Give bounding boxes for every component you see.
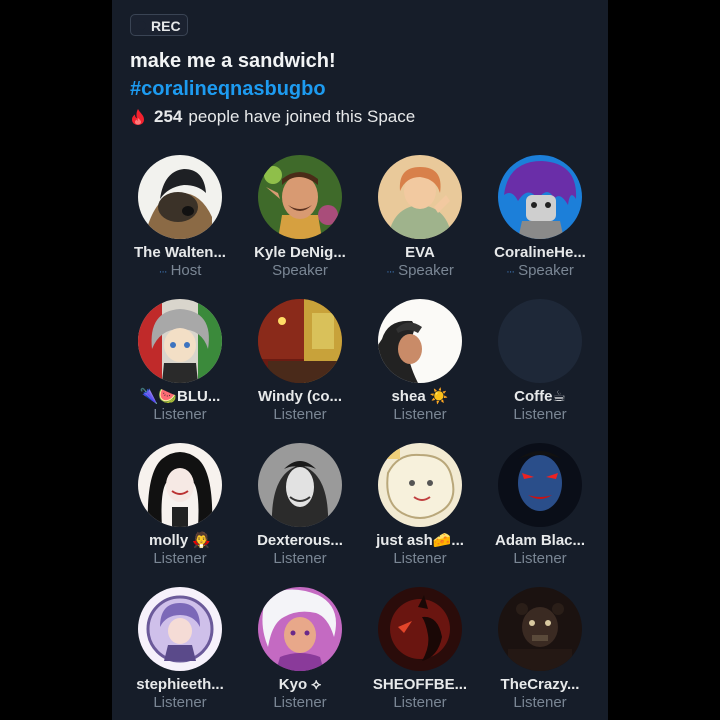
participant-card[interactable]: Kyle DeNig... Speaker xyxy=(240,155,360,299)
participant-card[interactable]: TheCrazy... Listener xyxy=(480,587,600,720)
role-label: Listener xyxy=(513,694,567,711)
participant-role: ··· Speaker xyxy=(480,262,600,280)
blue-face-avatar[interactable] xyxy=(498,443,582,527)
blank-avatar[interactable] xyxy=(498,299,582,383)
participant-role: Listener xyxy=(360,694,480,712)
participant-name: SHEOFFBE... xyxy=(372,676,468,693)
participant-card[interactable]: Dexterous... Listener xyxy=(240,443,360,587)
participant-card[interactable]: SHEOFFBE... Listener xyxy=(360,587,480,720)
purple-girl-avatar[interactable] xyxy=(138,587,222,671)
orange-girl-avatar[interactable] xyxy=(378,155,462,239)
participant-role: Listener xyxy=(120,550,240,568)
participant-role: Listener xyxy=(240,550,360,568)
participant-card[interactable]: Adam Blac... Listener xyxy=(480,443,600,587)
participant-role: Listener xyxy=(480,694,600,712)
participant-card[interactable]: shea ☀️ Listener xyxy=(360,299,480,443)
rec-badge: REC xyxy=(130,14,188,36)
cream-drawing-avatar[interactable] xyxy=(378,443,462,527)
participant-row: stephieeth... Listener Kyo ⟡ Listener SHEOFF… xyxy=(120,587,600,720)
red-silhouette-avatar[interactable] xyxy=(378,587,462,671)
space-hashtag[interactable]: #coralineqnasbugbo xyxy=(130,78,326,101)
role-label: Listener xyxy=(393,550,447,567)
participant-name: 🌂🍉BLU... xyxy=(139,388,221,405)
role-label: Speaker xyxy=(518,262,574,279)
participant-row: The Walten... ··· Host Kyle DeNig... Speaker… xyxy=(120,155,600,299)
role-label: Speaker xyxy=(272,262,328,279)
joined-count: 254 people have joined this Space xyxy=(130,107,415,127)
participant-role: ··· Speaker xyxy=(360,262,480,280)
participant-name: just ash🧀... xyxy=(376,532,464,549)
audio-level-icon: ··· xyxy=(158,266,168,278)
participant-name: Windy (co... xyxy=(257,388,343,405)
participant-name: stephieeth... xyxy=(136,676,224,693)
audio-level-icon: ··· xyxy=(506,266,515,278)
participant-card[interactable]: EVA ··· Speaker xyxy=(360,155,480,299)
participant-name: CoralineHe... xyxy=(494,244,586,261)
participant-name: shea ☀️ xyxy=(391,388,449,405)
black-hair-avatar[interactable] xyxy=(138,443,222,527)
fire-icon xyxy=(132,109,144,125)
rec-label: REC xyxy=(151,18,181,34)
role-label: Host xyxy=(170,262,202,279)
participant-card[interactable]: Coffe☕ Listener xyxy=(480,299,600,443)
space-panel: REC make me a sandwich! #coralineqnasbug… xyxy=(112,0,608,720)
participant-role: Speaker xyxy=(240,262,360,280)
participant-grid: The Walten... ··· Host Kyle DeNig... Speaker… xyxy=(120,155,600,720)
participant-role: Listener xyxy=(480,406,600,424)
participant-role: Listener xyxy=(360,550,480,568)
participant-card[interactable]: just ash🧀... Listener xyxy=(360,443,480,587)
role-label: Listener xyxy=(273,694,327,711)
role-label: Speaker xyxy=(398,262,454,279)
white-sketch-avatar[interactable] xyxy=(378,299,462,383)
participant-name: TheCrazy... xyxy=(500,676,580,693)
participant-role: Listener xyxy=(240,694,360,712)
role-label: Listener xyxy=(273,406,327,423)
participant-name: The Walten... xyxy=(134,244,226,261)
grey-hair-avatar[interactable] xyxy=(138,299,222,383)
dark-animatronic-avatar[interactable] xyxy=(498,587,582,671)
participant-card[interactable]: The Walten... ··· Host xyxy=(120,155,240,299)
participant-role: ··· Host xyxy=(120,262,240,280)
audio-level-icon: ··· xyxy=(386,266,395,278)
participant-name: molly 🧛 xyxy=(148,532,212,549)
participant-card[interactable]: Kyo ⟡ Listener xyxy=(240,587,360,720)
participant-role: Listener xyxy=(240,406,360,424)
role-label: Listener xyxy=(513,406,567,423)
joined-number: 254 xyxy=(154,107,183,126)
participant-card[interactable]: stephieeth... Listener xyxy=(120,587,240,720)
joined-text: people have joined this Space xyxy=(188,107,416,126)
green-elf-avatar[interactable] xyxy=(258,155,342,239)
pink-anime-avatar[interactable] xyxy=(258,587,342,671)
participant-card[interactable]: molly 🧛 Listener xyxy=(120,443,240,587)
participant-role: Listener xyxy=(480,550,600,568)
participant-role: Listener xyxy=(360,406,480,424)
participant-name: Kyle DeNig... xyxy=(254,244,346,261)
participant-role: Listener xyxy=(120,694,240,712)
role-label: Listener xyxy=(393,406,447,423)
participant-row: 🌂🍉BLU... Listener Windy (co... Listener shea… xyxy=(120,299,600,443)
role-label: Listener xyxy=(273,550,327,567)
role-label: Listener xyxy=(513,550,567,567)
red-room-avatar[interactable] xyxy=(258,299,342,383)
participant-name: Adam Blac... xyxy=(494,532,586,549)
purple-hair-avatar[interactable] xyxy=(498,155,582,239)
participant-name: EVA xyxy=(405,244,435,261)
participant-row: molly 🧛 Listener Dexterous... Listener just … xyxy=(120,443,600,587)
participant-name: Coffe☕ xyxy=(514,388,566,405)
role-label: Listener xyxy=(153,550,207,567)
grey-portrait-avatar[interactable] xyxy=(258,443,342,527)
participant-name: Kyo ⟡ xyxy=(278,676,322,693)
space-title: make me a sandwich! xyxy=(130,50,336,72)
dog-mask-avatar[interactable] xyxy=(138,155,222,239)
participant-card[interactable]: 🌂🍉BLU... Listener xyxy=(120,299,240,443)
role-label: Listener xyxy=(393,694,447,711)
record-dot-icon xyxy=(137,21,146,30)
participant-card[interactable]: CoralineHe... ··· Speaker xyxy=(480,155,600,299)
role-label: Listener xyxy=(153,406,207,423)
participant-role: Listener xyxy=(120,406,240,424)
participant-name: Dexterous... xyxy=(257,532,343,549)
role-label: Listener xyxy=(153,694,207,711)
participant-card[interactable]: Windy (co... Listener xyxy=(240,299,360,443)
